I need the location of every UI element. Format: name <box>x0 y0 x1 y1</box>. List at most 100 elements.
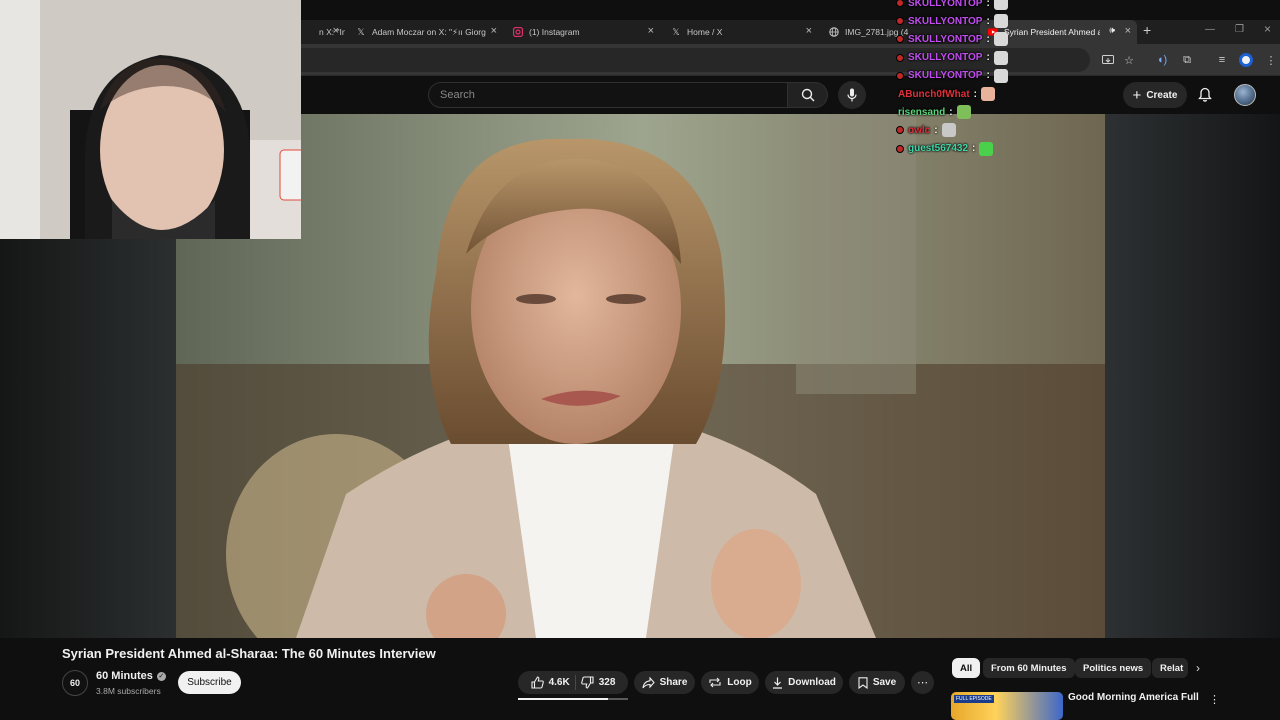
bookmark-star-icon[interactable]: ☆ <box>1122 53 1136 67</box>
like-divider <box>574 675 576 690</box>
media-controls-icon[interactable]: ≡ <box>1215 53 1229 67</box>
chat-message: SKULLYONTOP: <box>896 0 1008 10</box>
more-horizontal-icon: ⋯ <box>917 677 928 689</box>
share-arrow-icon <box>642 676 655 688</box>
chip-politics-news[interactable]: Politics news <box>1075 658 1152 678</box>
minimize-icon[interactable]: — <box>1205 24 1215 35</box>
chat-emote-icon <box>979 141 994 156</box>
thumbs-down-icon <box>580 676 594 689</box>
chat-emote-icon <box>956 105 971 120</box>
browser-tab-instagram[interactable]: (1) Instagram × <box>505 20 660 44</box>
video-title: Syrian President Ahmed al-Sharaa: The 60… <box>62 646 436 661</box>
close-tab-icon[interactable]: × <box>333 25 339 37</box>
subscribe-button[interactable]: Subscribe <box>178 671 241 694</box>
chrome-menu-icon[interactable]: ⋮ <box>1264 53 1278 67</box>
chat-emote-icon <box>993 50 1008 65</box>
download-label: Download <box>788 677 836 688</box>
create-button[interactable]: + Create <box>1123 82 1187 108</box>
thumbnail-tag: FULL EPISODE <box>954 695 994 703</box>
x-logo-icon: 𝕏 <box>672 26 680 37</box>
chip-all[interactable]: All <box>952 658 981 678</box>
account-avatar[interactable] <box>1234 84 1256 106</box>
chat-username: SKULLYONTOP <box>908 15 983 27</box>
browser-tab-home-x[interactable]: 𝕏 Home / X × <box>663 20 818 44</box>
chat-separator: : <box>934 124 938 136</box>
more-actions-button[interactable]: ⋯ <box>911 671 934 694</box>
chat-separator: : <box>973 88 978 100</box>
audio-extension-icon[interactable]: ◖) <box>1155 53 1169 67</box>
chip-from-60-minutes[interactable]: From 60 Minutes <box>983 658 1075 678</box>
chat-message: risensand: <box>898 105 971 120</box>
speaker-icon[interactable]: 🕪 <box>1109 25 1115 36</box>
like-dislike-group: 4.6K 328 <box>518 671 628 694</box>
chat-separator: : <box>986 70 990 82</box>
like-button[interactable]: 4.6K <box>531 676 570 689</box>
kebab-menu-icon[interactable]: ⋮ <box>1209 693 1220 706</box>
microphone-icon <box>847 88 857 102</box>
save-bookmark-icon <box>858 676 868 689</box>
chat-message: guest567432: <box>896 141 994 156</box>
close-tab-icon[interactable]: × <box>1125 25 1131 37</box>
chat-badge-icon <box>896 53 904 62</box>
chat-separator: : <box>972 143 976 155</box>
restore-icon[interactable]: ❐ <box>1235 24 1244 35</box>
voice-search-button[interactable] <box>838 81 866 109</box>
loop-icon <box>709 677 721 688</box>
globe-icon <box>829 27 839 37</box>
chat-badge-icon <box>896 71 904 80</box>
chip-related[interactable]: Relat <box>1152 658 1188 678</box>
share-button[interactable]: Share <box>634 671 695 694</box>
chat-username: SKULLYONTOP <box>908 70 983 82</box>
like-ratio-bar <box>518 698 628 700</box>
profile-icon[interactable] <box>1239 53 1253 67</box>
chat-emote-icon <box>941 123 956 138</box>
chat-username: owlc <box>908 124 931 136</box>
close-tab-icon[interactable]: × <box>806 25 812 37</box>
plus-icon: + <box>1132 86 1142 104</box>
browser-tab-2[interactable]: 𝕏 Adam Moczar on X: "⚡ıı Giorg × <box>348 20 503 44</box>
tab-label: Adam Moczar on X: "⚡ıı Giorg <box>372 26 486 37</box>
close-tab-icon[interactable]: × <box>491 25 497 37</box>
dislike-button[interactable]: 328 <box>580 676 615 689</box>
chat-username: SKULLYONTOP <box>908 33 983 45</box>
search-input[interactable]: Search <box>428 82 788 108</box>
loop-button[interactable]: Loop <box>701 671 759 694</box>
chat-badge-icon <box>896 17 904 26</box>
chat-badge-icon <box>896 0 904 7</box>
recommended-video-title[interactable]: Good Morning America Full <box>1068 692 1199 703</box>
chat-message: owlc: <box>896 123 956 138</box>
close-window-icon[interactable]: × <box>1264 22 1271 36</box>
video-frame-image <box>176 114 1105 638</box>
channel-name[interactable]: 60 Minutes ✓ <box>96 670 166 682</box>
save-button[interactable]: Save <box>849 671 905 694</box>
extensions-puzzle-icon[interactable]: ⧉ <box>1180 53 1194 67</box>
recommended-video-thumbnail[interactable]: FULL EPISODE <box>951 692 1063 720</box>
chevron-right-icon[interactable]: › <box>1196 661 1200 675</box>
create-label: Create <box>1146 89 1178 101</box>
close-tab-icon[interactable]: × <box>648 25 654 37</box>
chat-emote-icon <box>993 14 1008 29</box>
chat-message: SKULLYONTOP: <box>896 32 1008 47</box>
like-count: 4.6K <box>548 677 570 688</box>
tab-label: (1) Instagram <box>529 27 580 37</box>
chat-separator: : <box>986 15 990 27</box>
chat-separator: : <box>986 33 990 45</box>
verified-check-icon: ✓ <box>156 671 166 681</box>
chat-badge-icon <box>896 35 904 44</box>
install-app-icon[interactable] <box>1101 53 1115 67</box>
thumbs-up-icon <box>531 676 544 689</box>
streamer-webcam-overlay <box>0 0 301 239</box>
chat-username: risensand <box>898 106 946 118</box>
notifications-bell-icon[interactable] <box>1198 87 1212 107</box>
instagram-icon <box>513 27 523 37</box>
channel-avatar[interactable]: 60 <box>62 670 88 696</box>
new-tab-button[interactable]: + <box>1143 22 1151 38</box>
chat-username: guest567432 <box>908 143 969 155</box>
video-player[interactable] <box>176 114 1105 638</box>
search-button[interactable] <box>788 82 828 108</box>
download-button[interactable]: Download <box>765 671 843 694</box>
chat-emote-icon <box>993 0 1008 10</box>
chat-separator: : <box>986 0 990 9</box>
chat-emote-icon <box>981 87 996 101</box>
chat-username: SKULLYONTOP <box>908 52 983 64</box>
